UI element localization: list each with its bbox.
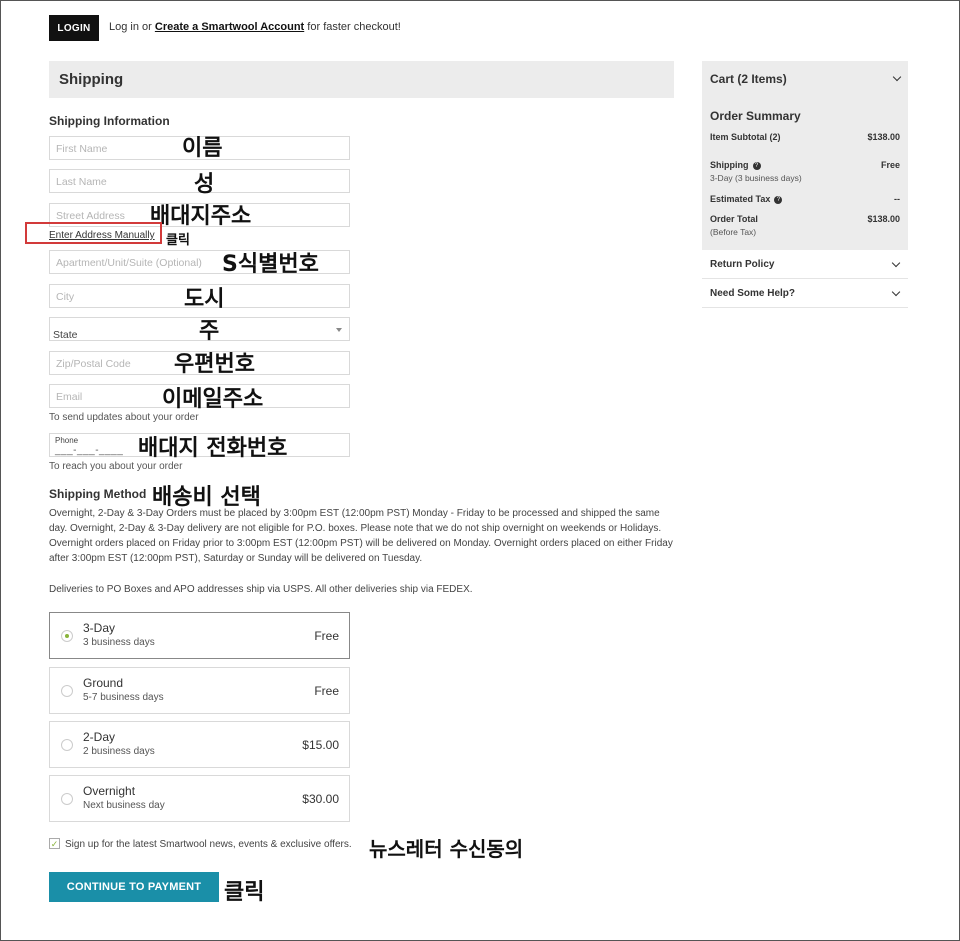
annotation-city: 도시 (184, 287, 225, 312)
shipping-option-3day[interactable]: 3-Day 3 business days Free (49, 612, 350, 659)
chevron-down-icon (891, 287, 901, 297)
login-suffix: for faster checkout! (307, 21, 401, 33)
shipping-option-2day[interactable]: 2-Day 2 business days $15.00 (49, 721, 350, 768)
option-price: $15.00 (302, 738, 339, 752)
order-summary: Order Summary Item Subtotal (2) $138.00 … (702, 97, 908, 250)
cart-title: Cart (2 Items) (710, 72, 787, 86)
option-days: Next business day (83, 800, 165, 811)
annotation-email: 이메일주소 (162, 387, 264, 412)
option-days: 2 business days (83, 746, 155, 757)
return-policy-accordion[interactable]: Return Policy (702, 250, 908, 279)
shipping-carrier-note: Deliveries to PO Boxes and APO addresses… (49, 584, 473, 595)
last-name-placeholder: Last Name (56, 176, 107, 188)
shipping-method-title: Shipping Method (49, 487, 147, 501)
radio-icon (61, 739, 73, 751)
zip-placeholder: Zip/Postal Code (56, 358, 131, 370)
chevron-down-icon (336, 328, 342, 332)
total-label: Order Total (710, 214, 758, 224)
annotation-highlight-box (25, 222, 162, 244)
continue-to-payment-button[interactable]: CONTINUE TO PAYMENT (49, 872, 219, 902)
annotation-first-name: 이름 (182, 136, 223, 161)
option-days: 5-7 business days (83, 692, 164, 703)
radio-icon (61, 793, 73, 805)
first-name-placeholder: First Name (56, 143, 108, 155)
option-price: Free (314, 684, 339, 698)
shipping-row: Shipping? Free 3-Day (3 business days) (710, 160, 900, 183)
login-button[interactable]: LOGIN (49, 15, 99, 41)
shipping-value: Free (880, 160, 900, 170)
email-note: To send updates about your order (49, 412, 199, 423)
radio-icon (61, 685, 73, 697)
order-summary-title: Order Summary (710, 109, 801, 123)
subtotal-label: Item Subtotal (2) (710, 132, 781, 142)
shipping-header: Shipping (49, 61, 674, 98)
street-placeholder: Street Address (56, 210, 125, 222)
annotation-click-manual: 클릭 (166, 233, 190, 248)
return-policy-label: Return Policy (710, 259, 775, 270)
total-value: $138.00 (867, 214, 900, 224)
apt-placeholder: Apartment/Unit/Suite (Optional) (56, 257, 202, 269)
phone-note: To reach you about your order (49, 461, 183, 472)
shipping-option-ground[interactable]: Ground 5-7 business days Free (49, 667, 350, 714)
state-value: State (53, 329, 78, 341)
subtotal-value: $138.00 (867, 132, 900, 142)
email-placeholder: Email (56, 391, 83, 403)
phone-mask: ___-___-____ (55, 445, 124, 456)
tax-label: Estimated Tax (710, 194, 771, 204)
annotation-phone: 배대지 전화번호 (138, 436, 288, 461)
shipping-option-overnight[interactable]: Overnight Next business day $30.00 (49, 775, 350, 822)
help-icon[interactable]: ? (774, 195, 783, 204)
annotation-apt: S식별번호 (222, 252, 319, 277)
newsletter-checkbox[interactable]: ✓ (49, 838, 60, 849)
create-account-link[interactable]: Create a Smartwool Account (155, 21, 304, 33)
option-price: $30.00 (302, 792, 339, 806)
chevron-down-icon (892, 72, 902, 82)
annotation-last-name: 성 (194, 172, 215, 197)
total-sub: (Before Tax) (710, 227, 757, 237)
phone-label: Phone (55, 436, 79, 445)
option-name: Ground (83, 676, 124, 690)
chevron-down-icon (891, 258, 901, 268)
login-prompt: Log in or Create a Smartwool Account for… (109, 21, 401, 33)
login-prefix: Log in or (109, 21, 152, 33)
tax-value: -- (894, 194, 900, 204)
annotation-street: 배대지주소 (150, 204, 252, 229)
shipping-info-title: Shipping Information (49, 114, 170, 128)
shipping-sub: 3-Day (3 business days) (710, 173, 802, 183)
subtotal-row: Item Subtotal (2) $138.00 (710, 132, 900, 142)
annotation-click-pay: 클릭 (224, 880, 265, 905)
tax-row: Estimated Tax? -- (710, 194, 900, 204)
shipping-label: Shipping (710, 160, 749, 170)
annotation-zip: 우편번호 (174, 352, 255, 377)
need-help-label: Need Some Help? (710, 288, 796, 299)
option-name: 3-Day (83, 621, 116, 635)
radio-selected-icon (61, 630, 73, 642)
option-days: 3 business days (83, 637, 155, 648)
option-price: Free (314, 629, 339, 643)
annotation-state: 주 (199, 319, 220, 344)
help-icon[interactable]: ? (752, 161, 761, 170)
shipping-method-paragraph: Overnight, 2-Day & 3-Day Orders must be … (49, 508, 673, 564)
city-placeholder: City (56, 291, 75, 303)
cart-header[interactable]: Cart (2 Items) (702, 61, 908, 97)
option-name: Overnight (83, 784, 136, 798)
annotation-newsletter: 뉴스레터 수신동의 (369, 837, 524, 861)
option-name: 2-Day (83, 730, 116, 744)
total-row: Order Total $138.00 (Before Tax) (710, 214, 900, 237)
newsletter-label: Sign up for the latest Smartwool news, e… (65, 839, 352, 850)
need-help-accordion[interactable]: Need Some Help? (702, 279, 908, 308)
